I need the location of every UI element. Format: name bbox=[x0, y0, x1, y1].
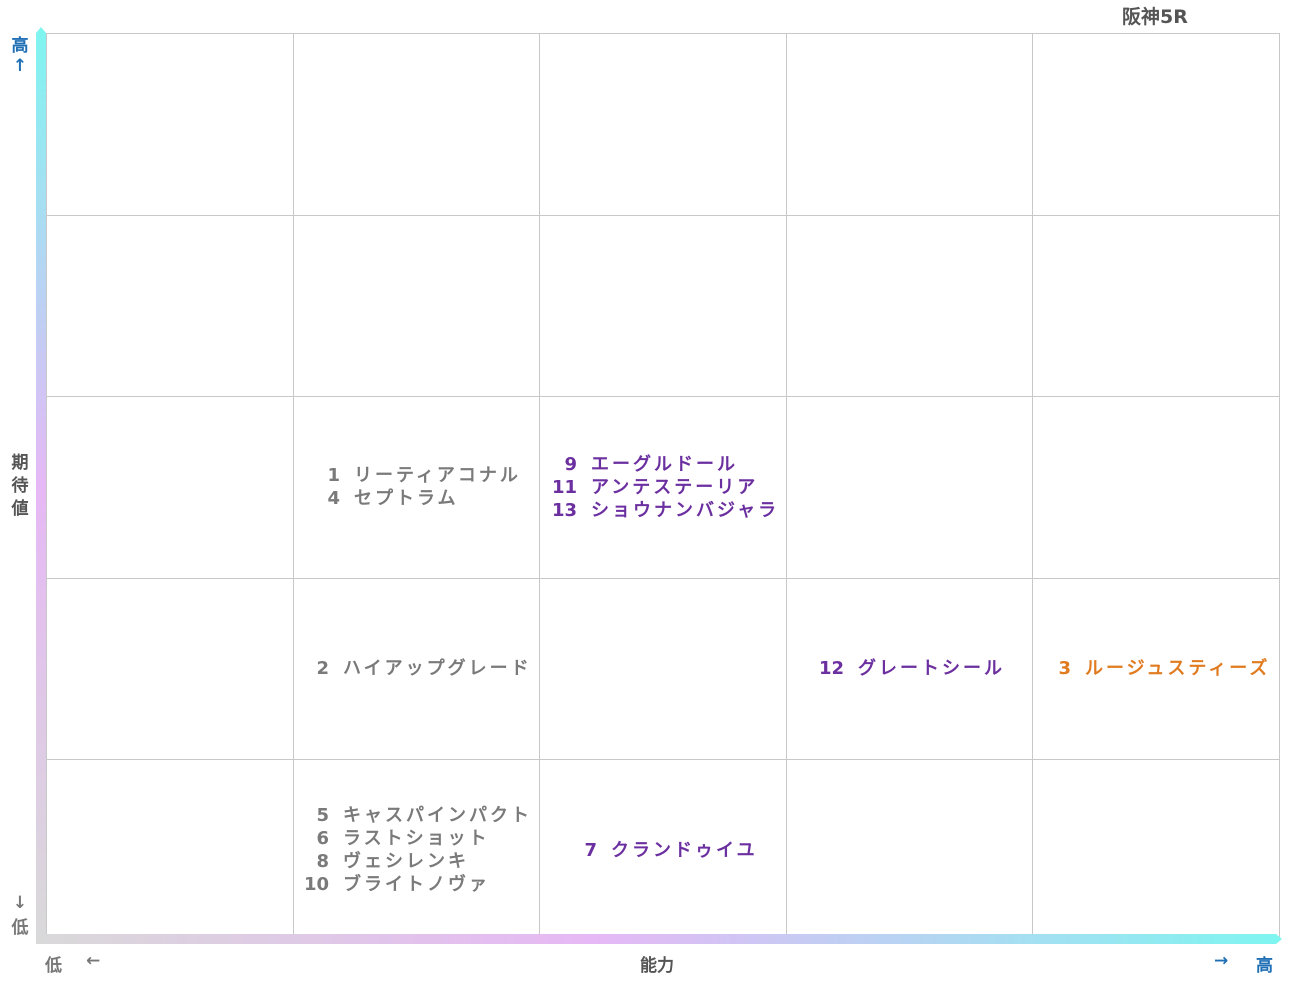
y-axis-arrowhead bbox=[36, 27, 46, 33]
horse-name: セプトラム bbox=[354, 488, 459, 509]
x-axis-left-arrow: ← bbox=[86, 951, 101, 971]
horse-entry: 2 ハイアップグレード bbox=[299, 657, 532, 680]
horse-name: グレートシール bbox=[858, 658, 1005, 679]
y-axis-low-label: 低 bbox=[11, 918, 29, 938]
horse-entry: 13 ショウナンバジャラ bbox=[547, 499, 779, 522]
horse-name: キャスパインパクト bbox=[343, 805, 532, 826]
horse-entry: 4 セプトラム bbox=[310, 487, 521, 510]
horse-entry: 10 ブライトノヴァ bbox=[299, 873, 532, 896]
horse-name: ルージュスティーズ bbox=[1085, 658, 1271, 679]
chart-title: 阪神5R bbox=[1122, 6, 1188, 28]
horse-name: ブライトノヴァ bbox=[343, 874, 490, 895]
x-axis-label: 能力 bbox=[640, 956, 674, 976]
horse-entry: 3 ルージュスティーズ bbox=[1041, 657, 1270, 680]
y-axis-high-label: 高 bbox=[11, 36, 29, 56]
horse-name: クランドゥイユ bbox=[611, 840, 758, 861]
horse-entry: 9 エーグルドール bbox=[547, 453, 779, 476]
x-axis-right-arrow: → bbox=[1214, 951, 1229, 971]
horse-group: 1 リーティアコナル 4 セプトラム bbox=[310, 464, 521, 510]
horse-number: 13 bbox=[551, 500, 577, 521]
horse-group: 5 キャスパインパクト 6 ラストショット 8 ヴェシレンキ 10 ブライトノヴァ bbox=[299, 804, 532, 896]
horse-name: アンテステーリア bbox=[591, 477, 759, 498]
horse-group: 2 ハイアップグレード bbox=[299, 657, 532, 680]
y-axis-up-arrow: ↑ bbox=[12, 56, 28, 76]
y-axis-bar bbox=[36, 33, 46, 941]
horse-entry: 12 グレートシール bbox=[814, 657, 1005, 680]
horse-entry: 7 クランドゥイユ bbox=[567, 839, 758, 862]
horse-group: 7 クランドゥイユ bbox=[567, 839, 758, 862]
horse-number: 5 bbox=[316, 805, 329, 826]
horse-entry: 8 ヴェシレンキ bbox=[299, 850, 532, 873]
horse-name: リーティアコナル bbox=[354, 465, 521, 486]
horse-entry: 6 ラストショット bbox=[299, 827, 532, 850]
horse-name: ハイアップグレード bbox=[343, 658, 532, 679]
horse-entry: 11 アンテステーリア bbox=[547, 476, 779, 499]
y-axis-down-arrow: ↓ bbox=[12, 893, 28, 913]
horse-group: 12 グレートシール bbox=[814, 657, 1005, 680]
horse-group: 9 エーグルドール 11 アンテステーリア 13 ショウナンバジャラ bbox=[547, 453, 779, 522]
horse-number: 12 bbox=[818, 658, 844, 679]
x-axis-bar bbox=[36, 934, 1276, 944]
horse-number: 2 bbox=[316, 658, 329, 679]
horse-number: 10 bbox=[303, 874, 329, 895]
horse-entry: 1 リーティアコナル bbox=[310, 464, 521, 487]
horse-entry: 5 キャスパインパクト bbox=[299, 804, 532, 827]
horse-number: 8 bbox=[316, 851, 329, 872]
horse-number: 9 bbox=[564, 454, 577, 475]
horse-name: ヴェシレンキ bbox=[343, 851, 469, 872]
x-axis-high-label: 高 bbox=[1256, 956, 1273, 976]
horse-number: 11 bbox=[551, 477, 577, 498]
horse-number: 1 bbox=[327, 465, 340, 486]
horse-number: 6 bbox=[316, 828, 329, 849]
horse-name: ショウナンバジャラ bbox=[591, 500, 780, 521]
horse-name: ラストショット bbox=[343, 828, 490, 849]
horse-number: 7 bbox=[584, 840, 597, 861]
horse-number: 4 bbox=[327, 488, 340, 509]
horse-name: エーグルドール bbox=[591, 454, 738, 475]
horse-number: 3 bbox=[1058, 658, 1071, 679]
x-axis-low-label: 低 bbox=[45, 956, 62, 976]
horse-group: 3 ルージュスティーズ bbox=[1041, 657, 1270, 680]
y-axis-label: 期 待 値 bbox=[11, 453, 29, 519]
